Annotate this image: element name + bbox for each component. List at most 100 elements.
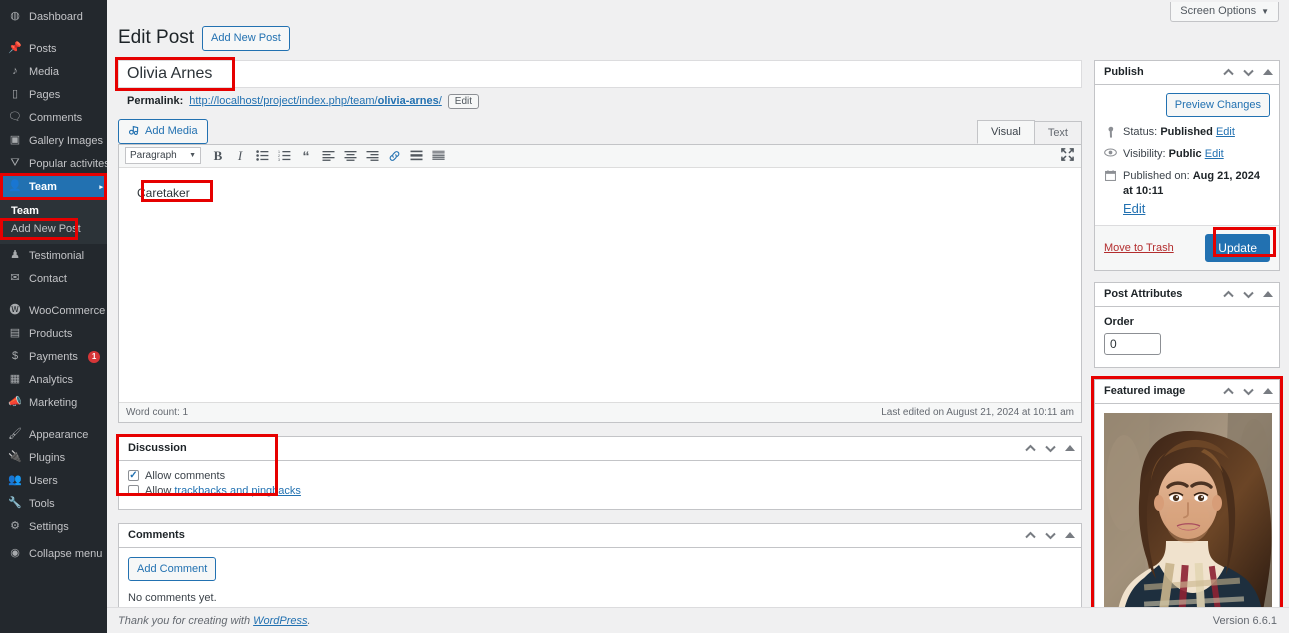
editor-mode-tabs: Visual Text (977, 119, 1082, 144)
move-down-icon[interactable] (1243, 387, 1254, 396)
trackbacks-pingbacks-link[interactable]: trackbacks and pingbacks (174, 485, 301, 497)
allow-pings-checkbox[interactable] (128, 485, 139, 497)
envelope-icon: ✉ (10, 272, 20, 284)
sidebar-item-settings[interactable]: ⚙ Settings (0, 515, 107, 538)
move-down-icon[interactable] (1045, 531, 1056, 540)
toggle-panel-icon[interactable] (1263, 291, 1273, 298)
blockquote-icon[interactable]: “ (296, 146, 316, 165)
permalink-slug: olivia-arnes (377, 95, 439, 108)
publish-controls (1223, 68, 1273, 77)
sidebar-menu-top: ◍ Dashboard 📌 Posts ♪ Media ▯ Pages 🗨 Comments ▣ Ga… (0, 5, 107, 565)
add-new-post-button[interactable]: Add New Post (202, 26, 290, 51)
sidebar-item-products[interactable]: ▤ Products (0, 322, 107, 345)
toolbar-toggle-icon[interactable] (428, 146, 448, 165)
sidebar-item-label: Contact (29, 272, 67, 285)
add-media-button[interactable]: Add Media (118, 118, 208, 144)
dashboard-icon: ◍ (10, 10, 20, 22)
sidebar-item-label: Dashboard (29, 10, 83, 23)
align-center-icon[interactable] (340, 146, 360, 165)
move-down-icon[interactable] (1243, 68, 1254, 77)
bulleted-list-icon[interactable] (252, 146, 272, 165)
move-up-icon[interactable] (1223, 290, 1234, 299)
sidebar-item-plugins[interactable]: 🔌 Plugins (0, 446, 107, 469)
preview-changes-button[interactable]: Preview Changes (1165, 92, 1270, 118)
update-button[interactable]: Update (1205, 233, 1270, 262)
submenu-item-add-new-post[interactable]: Add New Post (0, 220, 107, 238)
move-down-icon[interactable] (1243, 290, 1254, 299)
allow-pings-row[interactable]: Allow trackbacks and pingbacks (128, 485, 1072, 497)
post-title-input[interactable] (118, 59, 1082, 88)
move-up-icon[interactable] (1025, 531, 1036, 540)
status-value: Published (1160, 126, 1213, 139)
permalink-url[interactable]: http://localhost/project/index.php/team/… (189, 95, 442, 107)
status-row: Status: Published Edit (1104, 125, 1270, 140)
tab-visual[interactable]: Visual (977, 119, 1035, 144)
sidebar-item-comments[interactable]: 🗨 Comments (0, 106, 107, 129)
sidebar-item-team[interactable]: 👤 Team ▸ (0, 175, 107, 198)
sidebar-item-marketing[interactable]: 📣 Marketing (0, 391, 107, 414)
allow-comments-row[interactable]: Allow comments (128, 470, 1072, 482)
move-to-trash-link[interactable]: Move to Trash (1104, 242, 1174, 254)
sidebar-item-pages[interactable]: ▯ Pages (0, 83, 107, 106)
toggle-panel-icon[interactable] (1065, 532, 1075, 539)
sidebar-item-posts[interactable]: 📌 Posts (0, 37, 107, 60)
sidebar-item-testimonial[interactable]: ♟ Testimonial (0, 244, 107, 267)
sidebar-item-tools[interactable]: 🔧 Tools (0, 492, 107, 515)
sidebar-item-users[interactable]: 👥 Users (0, 469, 107, 492)
post-attributes-header: Post Attributes (1095, 283, 1279, 307)
sidebar-item-dashboard[interactable]: ◍ Dashboard (0, 5, 107, 28)
move-down-icon[interactable] (1045, 444, 1056, 453)
align-left-icon[interactable] (318, 146, 338, 165)
allow-pings-label: Allow trackbacks and pingbacks (145, 485, 301, 497)
version-text: Version 6.6.1 (1212, 614, 1277, 627)
sidebar-item-media[interactable]: ♪ Media (0, 60, 107, 83)
toggle-panel-icon[interactable] (1263, 388, 1273, 395)
distraction-free-icon[interactable] (1061, 147, 1074, 164)
sidebar-item-woocommerce[interactable]: 🅦 WooCommerce (0, 299, 107, 322)
wordpress-link[interactable]: WordPress (253, 615, 307, 627)
sidebar-item-appearance[interactable]: 🖌 Appearance (0, 423, 107, 446)
sidebar-item-label: Team (29, 180, 57, 193)
title-field-wrapper (115, 56, 1082, 91)
italic-icon[interactable]: I (230, 146, 250, 165)
tools-icon: 🔧 (8, 497, 22, 509)
sidebar-item-collapse-menu[interactable]: ◉ Collapse menu (0, 542, 107, 565)
align-right-icon[interactable] (362, 146, 382, 165)
comments-header: Comments (119, 524, 1081, 548)
post-attributes-box: Post Attributes Order (1094, 281, 1280, 368)
edit-status-link[interactable]: Edit (1216, 126, 1235, 138)
discussion-title: Discussion (128, 442, 187, 455)
tab-text[interactable]: Text (1033, 120, 1082, 144)
sidebar-item-label: Settings (29, 520, 69, 533)
screen-options-label: Screen Options (1180, 5, 1257, 17)
edit-published-link[interactable]: Edit (1123, 201, 1145, 216)
sidebar-item-gallery-images[interactable]: ▣ Gallery Images (0, 129, 107, 152)
discussion-header: Discussion (119, 437, 1081, 461)
move-up-icon[interactable] (1025, 444, 1036, 453)
allow-comments-checkbox[interactable] (128, 470, 139, 482)
plugin-icon: 🔌 (8, 451, 22, 463)
order-input[interactable] (1104, 332, 1161, 355)
move-up-icon[interactable] (1223, 387, 1234, 396)
sidebar-item-popular-activites[interactable]: ⛛ Popular activites (0, 152, 107, 175)
edit-permalink-button[interactable]: Edit (447, 93, 480, 109)
add-comment-button[interactable]: Add Comment (128, 556, 217, 582)
link-icon[interactable] (384, 146, 404, 165)
sidebar-item-payments[interactable]: $ Payments 1 (0, 345, 107, 368)
editor-content-area[interactable]: Caretaker (119, 167, 1081, 402)
sidebar-item-contact[interactable]: ✉ Contact (0, 267, 107, 290)
chevron-down-icon: ▼ (1261, 6, 1269, 16)
move-up-icon[interactable] (1223, 68, 1234, 77)
featured-image-thumbnail[interactable] (1104, 412, 1272, 616)
sidebar-item-analytics[interactable]: ▦ Analytics (0, 368, 107, 391)
read-more-icon[interactable] (406, 146, 426, 165)
numbered-list-icon[interactable]: 123 (274, 146, 294, 165)
toggle-panel-icon[interactable] (1263, 69, 1273, 76)
format-select[interactable]: Paragraph ▼ (125, 147, 201, 165)
gallery-icon: ▣ (9, 134, 21, 146)
screen-options-button[interactable]: Screen Options ▼ (1170, 2, 1279, 22)
toggle-panel-icon[interactable] (1065, 445, 1075, 452)
edit-visibility-link[interactable]: Edit (1205, 148, 1224, 160)
bold-icon[interactable]: B (208, 146, 228, 165)
submenu-item-team[interactable]: Team (0, 202, 107, 220)
